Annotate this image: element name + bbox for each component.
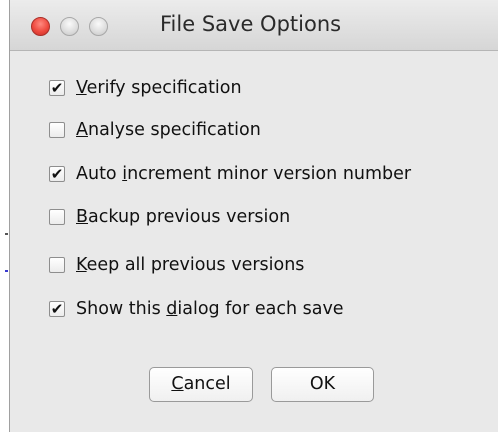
option-label: Show this dialog for each save	[76, 299, 344, 319]
checkbox-icon[interactable]	[49, 122, 65, 138]
option-label: Auto increment minor version number	[76, 164, 412, 184]
checkbox-icon[interactable]	[49, 80, 65, 96]
background-edge-mark	[5, 270, 8, 272]
checkbox-icon[interactable]	[49, 166, 65, 182]
background-edge-mark	[5, 233, 8, 235]
checkbox-icon[interactable]	[49, 301, 65, 317]
cancel-button[interactable]: Cancel	[149, 367, 253, 402]
option-analyse-specification[interactable]: Analyse specification	[49, 117, 261, 143]
title-bar[interactable]: File Save Options	[10, 0, 498, 51]
option-auto-increment-minor-version[interactable]: Auto increment minor version number	[49, 161, 411, 187]
file-save-options-dialog: File Save Options Verify specification A…	[9, 0, 498, 432]
option-label: Analyse specification	[76, 120, 261, 140]
dialog-title: File Save Options	[160, 12, 342, 36]
close-icon[interactable]	[31, 17, 50, 36]
option-keep-all-previous-versions[interactable]: Keep all previous versions	[49, 252, 304, 278]
checkbox-icon[interactable]	[49, 209, 65, 225]
zoom-icon[interactable]	[89, 17, 108, 36]
option-label: Verify specification	[76, 78, 242, 98]
option-backup-previous-version[interactable]: Backup previous version	[49, 204, 290, 230]
minimize-icon[interactable]	[60, 17, 79, 36]
checkbox-icon[interactable]	[49, 257, 65, 273]
option-label: Backup previous version	[76, 207, 291, 227]
option-label: Keep all previous versions	[76, 255, 305, 275]
option-verify-specification[interactable]: Verify specification	[49, 75, 242, 101]
ok-button[interactable]: OK	[271, 367, 374, 402]
option-show-dialog-each-save[interactable]: Show this dialog for each save	[49, 296, 344, 322]
